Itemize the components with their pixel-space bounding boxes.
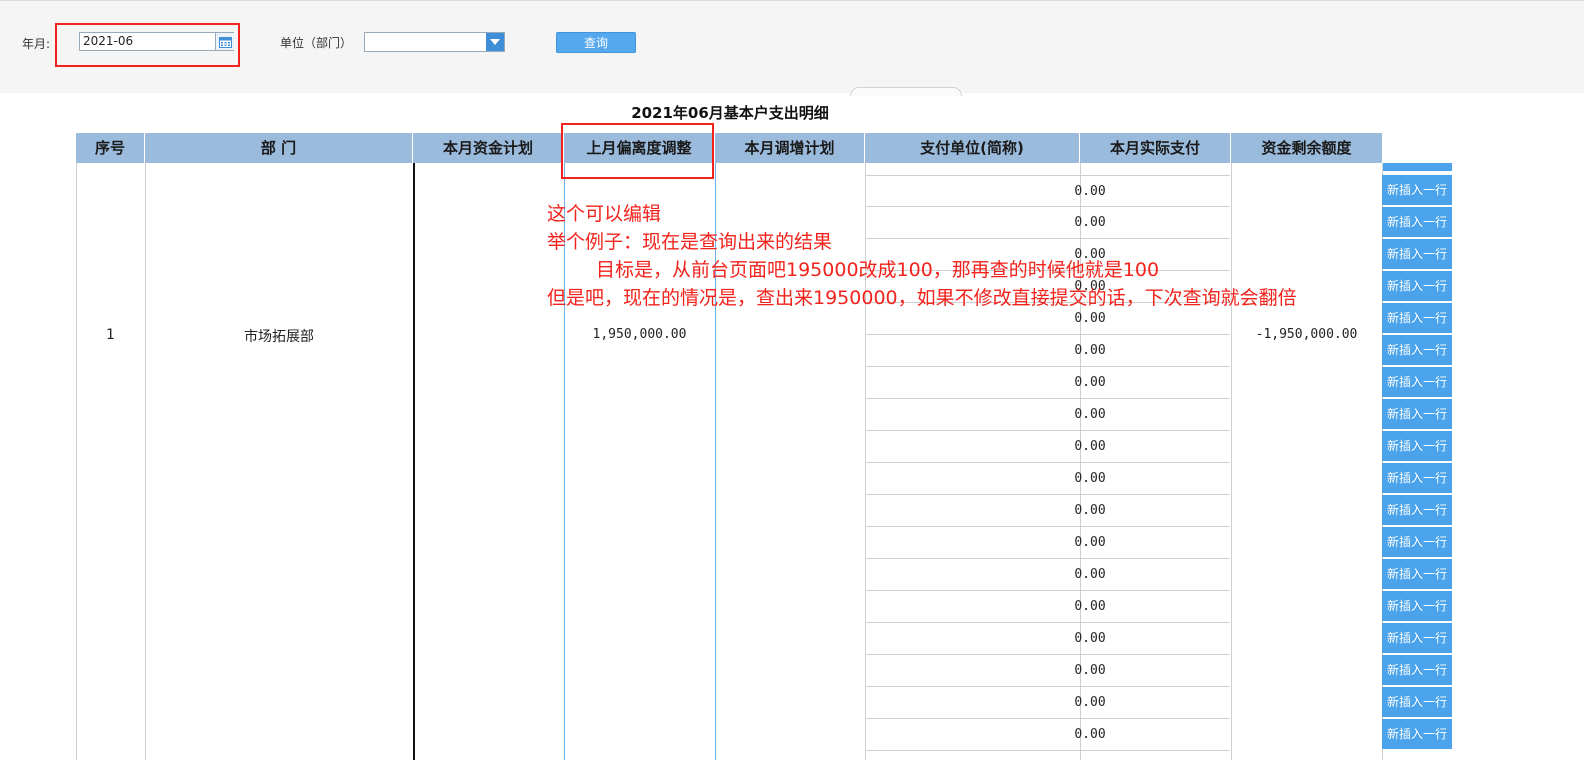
insert-row-button[interactable]: 新插入一行 — [1382, 687, 1452, 717]
payment-row: 0.00 — [865, 559, 1230, 591]
actual-payment-value[interactable]: 0.00 — [1015, 207, 1165, 238]
actual-payment-value[interactable]: 0.00 — [1015, 495, 1165, 526]
payment-row: 0.00 — [865, 463, 1230, 495]
col-header-index: 序号 — [76, 133, 145, 163]
payment-row: 0.00 — [865, 431, 1230, 463]
chevron-down-icon[interactable] — [486, 33, 504, 51]
annotation-line-1: 这个可以编辑 — [547, 203, 662, 225]
annotation-line-3: 目标是，从前台页面吧195000改成100，那再查的时候他就是100 — [596, 259, 1160, 281]
col-header-department: 部 门 — [145, 133, 413, 163]
row-deviation-adjustment[interactable]: 1,950,000.00 — [564, 327, 715, 342]
annotation-line-2: 举个例子：现在是查询出来的结果 — [547, 231, 833, 253]
actual-payment-value[interactable]: 0.00 — [1015, 591, 1165, 622]
payment-row: 0.00 — [865, 719, 1230, 751]
col-border — [413, 163, 415, 760]
insert-row-button[interactable]: 新插入一行 — [1382, 463, 1452, 493]
col-header-increase-plan: 本月调增计划 — [715, 133, 865, 163]
payment-row: 0.00 — [865, 495, 1230, 527]
insert-row-button[interactable]: 新插入一行 — [1382, 719, 1452, 749]
payment-row: 0.00 — [865, 591, 1230, 623]
highlight-box-deviation-header — [561, 123, 714, 179]
actual-payment-value[interactable]: 0.00 — [1015, 176, 1165, 207]
insert-row-button[interactable]: 新插入一行 — [1382, 175, 1452, 205]
unit-select[interactable] — [364, 32, 505, 52]
row-index: 1 — [106, 327, 115, 343]
payment-row: 0.00 — [865, 527, 1230, 559]
query-button[interactable]: 查询 — [556, 32, 636, 53]
payment-row: 0.00 — [865, 335, 1230, 367]
col-border — [1231, 163, 1232, 760]
year-month-label: 年月: — [22, 37, 51, 51]
row-department: 市场拓展部 — [244, 329, 314, 345]
insert-row-button[interactable]: 新插入一行 — [1382, 527, 1452, 557]
insert-row-button[interactable]: 新插入一行 — [1382, 591, 1452, 621]
payment-row: 0.00 — [865, 399, 1230, 431]
payment-row: 0.00 — [865, 367, 1230, 399]
actual-payment-value[interactable]: 0.00 — [1015, 655, 1165, 686]
payment-row: 0.00 — [865, 623, 1230, 655]
actual-payment-value[interactable]: 0.00 — [1015, 399, 1165, 430]
actual-payment-value[interactable]: 0.00 — [1015, 431, 1165, 462]
unit-label: 单位（部门） — [280, 36, 353, 50]
actual-payment-value[interactable]: 0.00 — [1015, 367, 1165, 398]
actual-payment-value[interactable]: 0.00 — [1015, 687, 1165, 718]
insert-row-button[interactable]: 新插入一行 — [1382, 495, 1452, 525]
insert-row-button[interactable]: 新插入一行 — [1382, 623, 1452, 653]
insert-row-button[interactable]: 新插入一行 — [1382, 559, 1452, 589]
insert-row-button[interactable]: 新插入一行 — [1382, 207, 1452, 237]
actual-payment-value[interactable]: 0.00 — [1015, 719, 1165, 750]
col-header-actual-payment: 本月实际支付 — [1080, 133, 1231, 163]
insert-row-button[interactable]: 新插入一行 — [1382, 271, 1452, 301]
insert-button-column-cap — [1382, 163, 1452, 171]
payment-row: 0.00 — [865, 207, 1230, 239]
payment-row: 0.00 — [865, 687, 1230, 719]
insert-row-button[interactable]: 新插入一行 — [1382, 335, 1452, 365]
insert-row-button[interactable]: 新插入一行 — [1382, 431, 1452, 461]
insert-row-button[interactable]: 新插入一行 — [1382, 303, 1452, 333]
insert-row-button[interactable]: 新插入一行 — [1382, 655, 1452, 685]
insert-row-button[interactable]: 新插入一行 — [1382, 239, 1452, 269]
col-border — [145, 163, 146, 760]
insert-row-button[interactable]: 新插入一行 — [1382, 399, 1452, 429]
actual-payment-value[interactable]: 0.00 — [1015, 623, 1165, 654]
highlight-box-date — [55, 23, 240, 67]
col-header-remaining: 资金剩余额度 — [1231, 133, 1382, 163]
report-title: 2021年06月基本户支出明细 — [631, 104, 829, 122]
actual-payment-value[interactable]: 0.00 — [1015, 527, 1165, 558]
insert-row-button[interactable]: 新插入一行 — [1382, 367, 1452, 397]
payment-row: 0.00 — [865, 175, 1230, 207]
actual-payment-value[interactable]: 0.00 — [1015, 335, 1165, 366]
annotation-line-4: 但是吧，现在的情况是，查出来1950000，如果不修改直接提交的话，下次查询就会… — [547, 287, 1297, 309]
payment-row: 0.00 — [865, 655, 1230, 687]
col-border — [76, 163, 77, 760]
row-remaining: -1,950,000.00 — [1255, 327, 1358, 342]
col-header-monthly-plan: 本月资金计划 — [413, 133, 564, 163]
actual-payment-value[interactable]: 0.00 — [1015, 463, 1165, 494]
collapse-handle[interactable] — [850, 87, 962, 96]
col-header-payee: 支付单位(简称) — [865, 133, 1080, 163]
actual-payment-value[interactable]: 0.00 — [1015, 559, 1165, 590]
filter-bar: 年月: 2021-06 单位（部门） 查询 — [0, 0, 1584, 96]
